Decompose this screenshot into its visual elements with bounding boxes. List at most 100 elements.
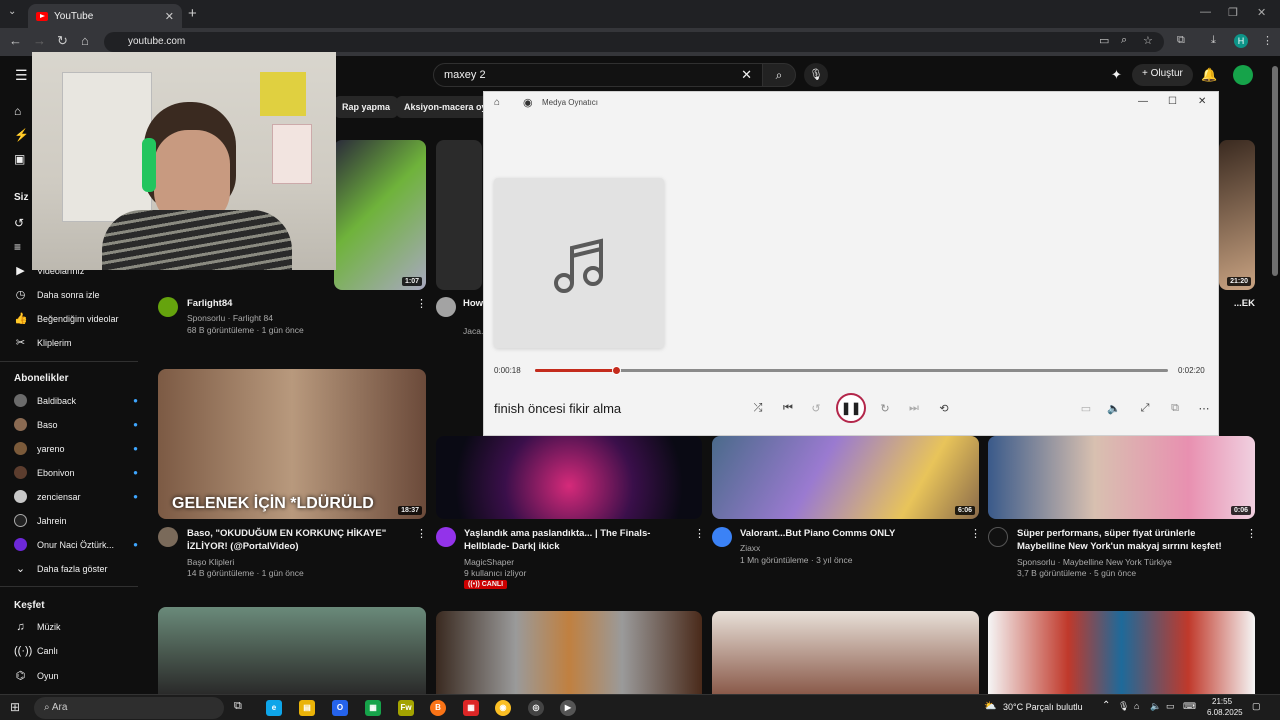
chrome-icon[interactable]: ◉ [495,700,511,716]
channel-avatar[interactable] [988,527,1008,547]
video-channel[interactable]: Jaca... [463,325,483,338]
volume-tray-icon[interactable]: 🔈 [1150,701,1161,712]
notification-center-icon[interactable]: ▢ [1252,701,1261,712]
search-button[interactable]: ⌕ [762,63,796,87]
microphone-tray-icon[interactable]: 🎙 [1118,701,1129,712]
media-player-taskbar-icon[interactable]: ▶ [560,700,576,716]
cast-icon[interactable]: ▭ [1099,34,1109,47]
sidebar-item-subscription[interactable]: Jahrein [14,514,138,527]
subscriptions-nav-icon[interactable]: ▣ [14,152,25,166]
video-thumbnail[interactable]: 0:06 [988,436,1255,519]
task-view-icon[interactable]: ⧉ [234,700,242,713]
sidebar-item-liked-videos[interactable]: 👍 Beğendiğim videolar [14,312,138,325]
sidebar-item-gaming[interactable]: ⌬ Oyun [14,669,138,682]
repeat-icon[interactable]: ⟲ [936,402,952,415]
network-icon[interactable]: ⌂ [1134,701,1139,711]
new-tab-plus-icon[interactable]: + [188,5,197,22]
previous-track-icon[interactable]: ⏮ [780,402,796,415]
sidebar-item-watch-later[interactable]: ◷ Daha sonra izle [14,288,138,301]
restore-icon[interactable]: ❐ [1228,6,1238,19]
browser-menu-icon[interactable]: ⋮ [1262,34,1273,47]
home-icon[interactable]: ⌂ [494,97,500,108]
sidebar-item-subscription[interactable]: Baso ● [14,418,138,431]
channel-avatar[interactable] [158,297,178,317]
store-icon[interactable]: ▦ [365,700,381,716]
show-hidden-icons-chevron[interactable]: ⌃ [1102,700,1110,711]
keyboard-icon[interactable]: ⌨ [1183,701,1196,712]
sidebar-item-live[interactable]: ((·)) Canlı [14,645,138,657]
sidebar-item-subscription[interactable]: zenciensar ● [14,490,138,503]
sidebar-item-music[interactable]: ♫ Müzik [14,621,138,633]
more-options-icon[interactable]: ⋯ [1196,402,1212,415]
video-thumbnail[interactable]: 21:20 [1219,140,1255,290]
cast-game-icon[interactable]: ✦ [1111,67,1122,83]
download-icon[interactable]: ⤓ [1211,34,1216,47]
minimize-icon[interactable]: — [1200,6,1211,18]
sidebar-item-subscription[interactable]: Baldiback ● [14,394,138,407]
search-input[interactable]: maxey 2 ✕ [433,63,763,87]
video-thumbnail[interactable] [158,607,426,694]
tab-close-icon[interactable]: ✕ [165,10,174,23]
brave-icon[interactable]: B [430,700,446,716]
address-bar[interactable]: youtube.com [104,32,1164,52]
edge-icon[interactable]: e [266,700,282,716]
maximize-icon[interactable]: ☐ [1168,96,1177,107]
video-title[interactable]: Farlight84 [187,297,407,310]
more-options-icon[interactable]: ⋮ [416,297,427,310]
sidebar-item-subscription[interactable]: Onur Naci Öztürk... ● [14,538,138,551]
you-section-header[interactable]: Siz [14,192,28,203]
home-nav-icon[interactable]: ⌂ [14,104,21,118]
next-track-icon[interactable]: ⏭ [906,402,922,415]
video-thumbnail[interactable] [436,611,702,694]
more-options-icon[interactable]: ⋮ [970,527,981,540]
taskbar-search[interactable]: ⌕ Ara [34,697,224,719]
extensions-icon[interactable]: ⧉ [1177,34,1185,47]
video-thumbnail[interactable] [436,140,482,290]
seek-bar-thumb[interactable] [612,366,622,375]
shorts-nav-icon[interactable]: ⚡ [14,128,29,142]
video-thumbnail[interactable] [712,611,979,694]
volume-icon[interactable]: 🔈 [1106,402,1122,415]
reload-icon[interactable]: ↻ [57,33,68,49]
close-window-icon[interactable]: ✕ [1257,6,1266,19]
subtitles-icon[interactable]: ▭ [1078,402,1094,415]
clock-time[interactable]: 21:55 [1212,697,1232,706]
profile-avatar[interactable]: H [1234,34,1248,48]
close-icon[interactable]: ✕ [1198,96,1206,107]
back-arrow-icon[interactable]: ← [9,33,22,48]
windows-start-icon[interactable]: ⊞ [10,700,20,714]
battery-icon[interactable]: ▭ [1166,701,1175,712]
fireworks-icon[interactable]: Fw [398,700,414,716]
video-title[interactable]: How... albu... [463,297,483,310]
shuffle-icon[interactable]: ⤮ [750,402,766,415]
video-title[interactable]: Baso, "OKUDUĞUM EN KORKUNÇ HİKAYE" İZLİY… [187,527,415,553]
tab-list-chevron-icon[interactable]: ⌄ [8,6,16,17]
channel-avatar[interactable] [712,527,732,547]
playlists-nav-icon[interactable]: ≡ [14,240,21,254]
zoom-icon[interactable]: ⌕ [1121,34,1127,47]
sidebar-item-subscription[interactable]: Ebonivon ● [14,466,138,479]
history-nav-icon[interactable]: ↺ [14,216,24,230]
sidebar-show-more[interactable]: ⌄ Daha fazla göster [14,562,138,575]
rewind-10-icon[interactable]: ↺ [808,402,824,415]
weather-text[interactable]: 30°C Parçalı bulutlu [1003,702,1083,712]
outlook-icon[interactable]: O [332,700,348,716]
forward-30-icon[interactable]: ↻ [877,402,893,415]
subscriptions-header[interactable]: Abonelikler [14,373,68,384]
video-title[interactable]: Süper performans, süper fiyat ürünlerle … [1017,527,1239,553]
voice-search-button[interactable]: 🎙 [804,63,828,87]
channel-avatar[interactable] [158,527,178,547]
clock-date[interactable]: 6.08.2025 [1207,708,1243,717]
recorder-icon[interactable]: ◎ [528,700,544,716]
file-explorer-icon[interactable]: ▤ [299,700,315,716]
video-thumbnail[interactable] [988,611,1255,694]
more-options-icon[interactable]: ⋮ [694,527,705,540]
sidebar-item-subscription[interactable]: yareno ● [14,442,138,455]
video-title[interactable]: Yaşlandık ama paslandıkta... | The Final… [464,527,692,553]
minimize-icon[interactable]: — [1138,96,1148,107]
pause-button[interactable]: ❚❚ [836,393,866,423]
app-grid-icon[interactable]: ▦ [463,700,479,716]
video-title[interactable]: Valorant...But Piano Comms ONLY [740,527,960,540]
channel-avatar[interactable] [436,297,456,317]
video-thumbnail[interactable]: GELENEK İÇİN *LDÜRÜLD 18:37 [158,369,426,519]
